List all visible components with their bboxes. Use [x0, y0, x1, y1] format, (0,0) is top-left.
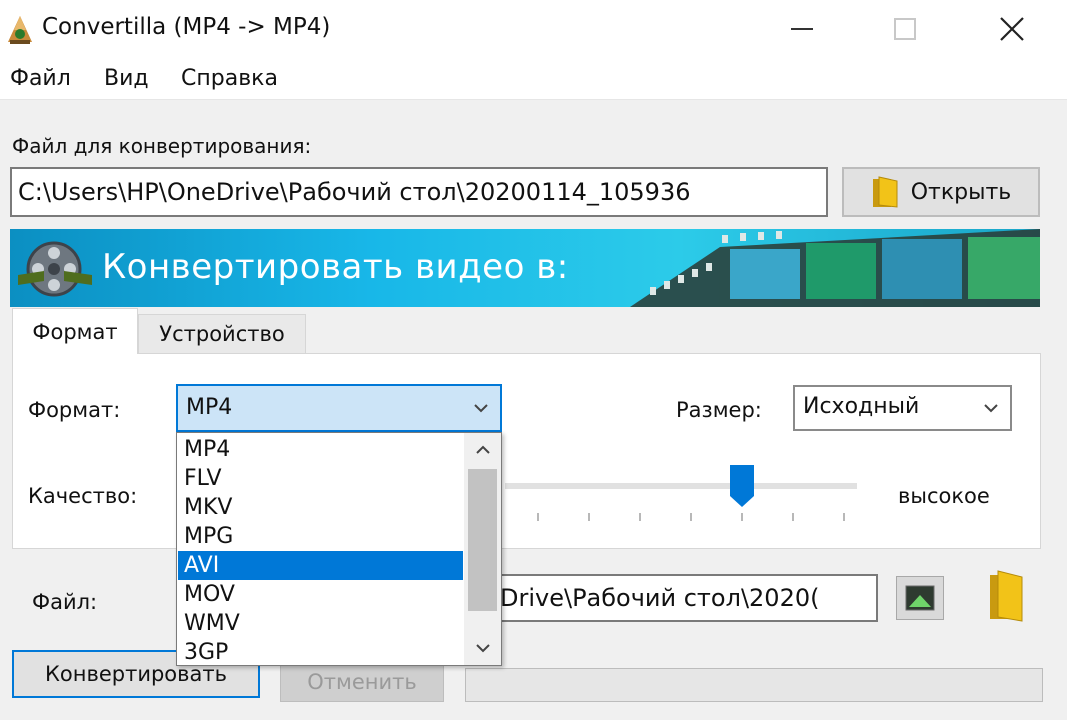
size-select-value: Исходный [803, 394, 920, 419]
format-option[interactable]: MOV [178, 580, 463, 609]
dropdown-scrollbar[interactable] [464, 433, 501, 665]
film-strip-graphic [630, 229, 1040, 307]
open-button[interactable]: Открыть [842, 167, 1040, 217]
progress-bar [465, 668, 1043, 702]
format-option[interactable]: MP4 [178, 435, 463, 464]
minimize-button[interactable] [752, 0, 852, 58]
play-preview-icon [905, 585, 935, 611]
source-file-label: Файл для конвертирования: [12, 134, 312, 158]
maximize-icon [894, 18, 916, 40]
chevron-down-icon [984, 404, 998, 413]
close-button[interactable] [962, 0, 1062, 58]
quality-slider-thumb[interactable] [729, 464, 755, 508]
window-title: Convertilla (MP4 -> MP4) [42, 14, 331, 40]
scroll-up-icon [475, 445, 490, 454]
film-reel-icon [18, 241, 92, 297]
tab-format[interactable]: Формат [12, 308, 138, 354]
format-tab-panel [12, 353, 1041, 549]
open-button-label: Открыть [910, 179, 1012, 205]
slider-tick [537, 513, 539, 521]
output-folder-button[interactable] [982, 568, 1030, 624]
folder-icon [872, 176, 898, 208]
maximize-button[interactable] [855, 0, 955, 58]
quality-high-label: высокое [898, 484, 990, 508]
size-label: Размер: [676, 398, 762, 422]
tab-device[interactable]: Устройство [138, 314, 306, 354]
folder-icon [990, 570, 1023, 622]
slider-tick [843, 513, 845, 521]
format-option[interactable]: WMV [178, 609, 463, 638]
app-icon [8, 16, 32, 44]
slider-tick [741, 513, 743, 521]
format-select-value: MP4 [186, 395, 233, 420]
preview-button[interactable] [896, 576, 944, 620]
format-option[interactable]: MKV [178, 493, 463, 522]
size-select[interactable]: Исходный [793, 385, 1012, 431]
output-file-label: Файл: [32, 590, 98, 614]
format-option-highlighted[interactable]: AVI [178, 551, 463, 580]
format-option[interactable]: 3GP [178, 638, 463, 667]
menu-bar: Файл Вид Справка [0, 58, 1067, 100]
format-option[interactable]: MPG [178, 522, 463, 551]
menu-help[interactable]: Справка [181, 66, 278, 91]
format-select[interactable]: MP4 [176, 384, 502, 432]
slider-tick [588, 513, 590, 521]
menu-view[interactable]: Вид [104, 66, 149, 91]
cancel-button[interactable]: Отменить [280, 662, 444, 702]
minimize-icon [791, 28, 813, 30]
banner-title: Конвертировать видео в: [102, 247, 569, 287]
scroll-thumb[interactable] [468, 469, 497, 611]
format-label: Формат: [28, 398, 121, 422]
source-file-input[interactable]: C:\Users\HP\OneDrive\Рабочий стол\202001… [10, 167, 828, 217]
scroll-up-button[interactable] [464, 435, 501, 465]
format-dropdown-list[interactable]: MP4 FLV MKV MPG AVI MOV WMV 3GP [176, 432, 502, 666]
slider-tick [690, 513, 692, 521]
slider-tick [792, 513, 794, 521]
convert-banner: Конвертировать видео в: [10, 229, 1040, 307]
quality-label: Качество: [28, 484, 138, 508]
title-bar: Convertilla (MP4 -> MP4) [0, 0, 1067, 58]
format-option[interactable]: FLV [178, 464, 463, 493]
quality-slider-track[interactable] [505, 483, 857, 489]
chevron-down-icon [474, 404, 488, 413]
slider-tick [639, 513, 641, 521]
menu-file[interactable]: Файл [10, 66, 71, 91]
scroll-down-icon [475, 644, 490, 653]
output-file-input[interactable]: Drive\Рабочий стол\2020( [490, 574, 878, 622]
close-icon [1000, 17, 1024, 41]
scroll-down-button[interactable] [464, 633, 501, 663]
